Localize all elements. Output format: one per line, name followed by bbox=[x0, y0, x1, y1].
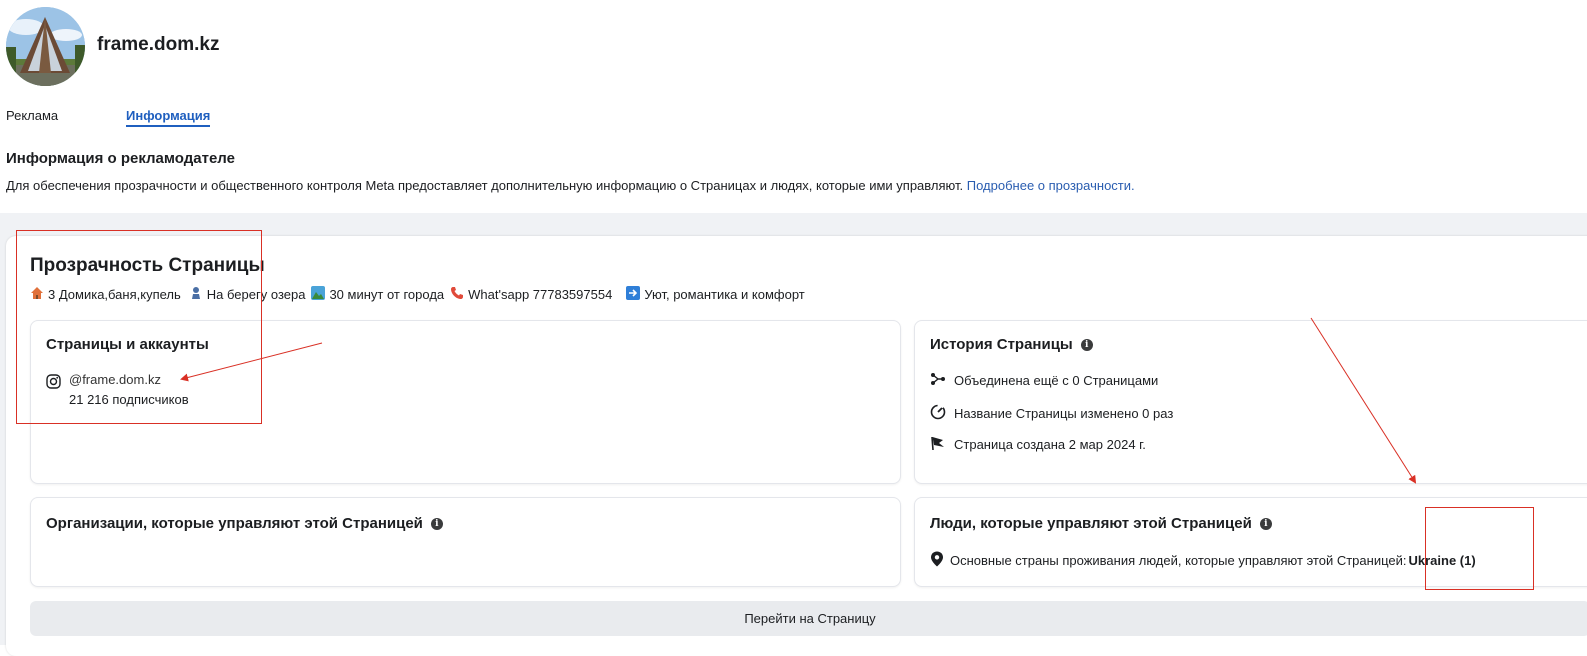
annotation-arrow-right bbox=[1310, 317, 1417, 484]
annotation-arrows bbox=[180, 317, 1417, 484]
annotation-arrow-left bbox=[180, 342, 323, 382]
